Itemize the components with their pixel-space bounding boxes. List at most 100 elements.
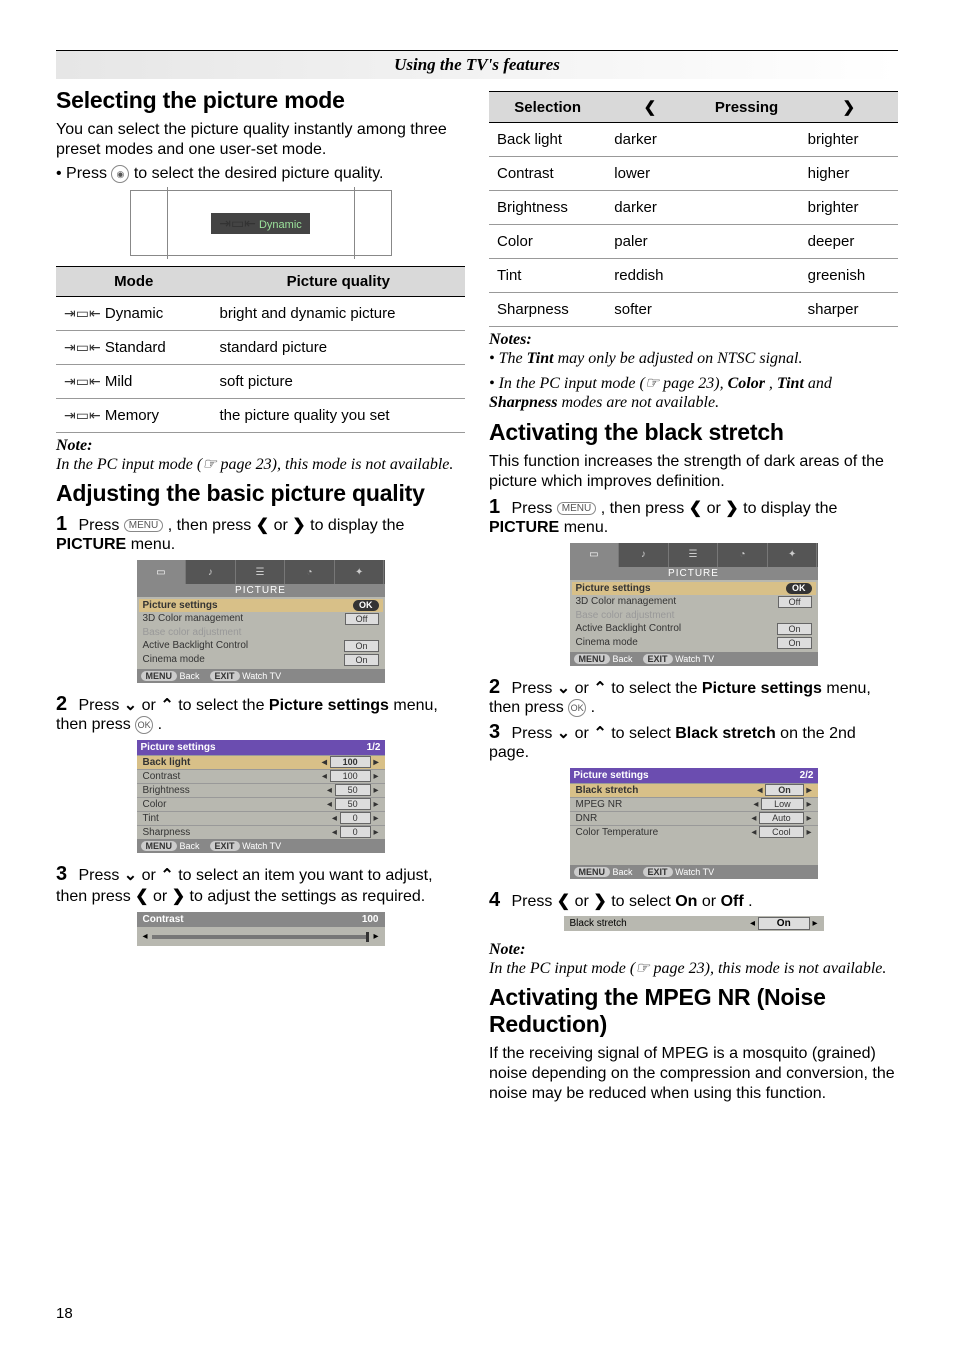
bstep-4: 4 Press ❮ or ❯ to select On or Off . [489, 889, 898, 912]
list-item: Brightness◂ 50 ▸ [137, 783, 385, 797]
heading-mpeg-nr: Activating the MPEG NR (Noise Reduction) [489, 984, 898, 1038]
ps-exit-btn: EXIT [210, 841, 240, 851]
t: Watch TV [242, 671, 281, 681]
bstep-3: 3 Press ⌄ or ⌃ to select Black stretch o… [489, 721, 898, 762]
right-arrow-icon: ❯ [725, 500, 738, 517]
menu-back-btn: MENU [141, 671, 178, 681]
t: . [591, 699, 595, 716]
list-item: Active Backlight ControlOn [572, 622, 816, 636]
pm2-exit-btn: EXIT [643, 654, 673, 664]
t: to display the [310, 517, 404, 534]
note-label: Note: [56, 437, 465, 455]
osd-dynamic-preview: ⇥▭⇤ Dynamic [130, 190, 392, 256]
picture-mode-icon: ⇥▭⇤ [64, 305, 101, 322]
t: PICTURE [56, 536, 126, 553]
list-item: Color Temperature◂ Cool ▸ [570, 825, 818, 839]
t: Picture settings [702, 680, 822, 697]
sel-head-selection: Selection [489, 92, 606, 123]
t: Press [511, 500, 556, 517]
heading-black-stretch: Activating the black stretch [489, 419, 898, 446]
slider-right-icon: ▸ [373, 931, 378, 942]
list-item: Black stretch◂ On ▸ [570, 783, 818, 797]
up-arrow-icon: ⌃ [593, 680, 606, 697]
menu-exit-btn: EXIT [210, 671, 240, 681]
notes-2: • In the PC input mode (☞ page 23), Colo… [489, 374, 898, 412]
t: Back [613, 867, 633, 877]
black-settings-osd: Picture settings 2/2 Black stretch◂ On ▸… [570, 768, 818, 879]
t: Tint [777, 375, 804, 392]
t: • The [489, 350, 527, 367]
t: , [769, 375, 777, 392]
list-item: Active Backlight ControlOn [139, 639, 383, 653]
t: PICTURE [489, 519, 559, 536]
bstepnum-2: 2 [489, 676, 507, 699]
list-item: Contrast◂ 100 ▸ [137, 769, 385, 783]
t: Back [180, 841, 200, 851]
t: may only be adjusted on NTSC signal. [558, 350, 803, 367]
list-item: DNR◂ Auto ▸ [570, 811, 818, 825]
down-arrow-icon: ⌄ [124, 697, 137, 714]
ib-label: Black stretch [570, 918, 627, 929]
slider-thumb [366, 932, 369, 942]
step-2: 2 Press ⌄ or ⌃ to select the Picture set… [56, 693, 465, 734]
bstepnum-1: 1 [489, 496, 507, 519]
para-select-press: • Press ◉ to select the desired picture … [56, 164, 465, 184]
txt: • Press [56, 165, 111, 182]
sel-head-right: ❯ [800, 92, 898, 123]
t: Press [78, 697, 123, 714]
t: Sharpness [489, 394, 557, 411]
list-item: Back light◂ 100 ▸ [137, 755, 385, 769]
table-row: Brightnessdarkerbrighter [489, 191, 898, 225]
t: to select the [178, 697, 269, 714]
picture-settings-osd: Picture settings 1/2 Back light◂ 100 ▸Co… [137, 740, 385, 853]
section-header: Using the TV's features [56, 50, 898, 79]
tab-picture-icon: ▭ [137, 560, 187, 584]
t: Back [180, 671, 200, 681]
ps-page: 1/2 [367, 742, 381, 753]
t: to select the [611, 680, 702, 697]
picture-mode-button-icon: ◉ [111, 165, 129, 183]
osd-dynamic-label: ⇥▭⇤ Dynamic [211, 213, 310, 234]
t: Press [511, 725, 556, 742]
list-item: Sharpness◂ 0 ▸ [137, 825, 385, 839]
table-row: ⇥▭⇤ Memorythe picture quality you set [56, 399, 465, 433]
t: or [274, 517, 293, 534]
table-row: Tintreddishgreenish [489, 259, 898, 293]
t: Off [721, 893, 744, 910]
down-arrow-icon: ⌄ [557, 725, 570, 742]
left-column: Selecting the picture mode You can selec… [56, 85, 465, 1108]
bs-exit-btn: EXIT [643, 867, 673, 877]
left-arrow-icon: ❮ [256, 517, 269, 534]
t: Watch TV [675, 654, 714, 664]
t: • In the PC input mode (☞ page 23), [489, 375, 728, 392]
t: Color [728, 375, 765, 392]
table-row: Contrastlowerhigher [489, 157, 898, 191]
t: or [575, 725, 594, 742]
t: Watch TV [675, 867, 714, 877]
ib-val: On [758, 917, 810, 930]
table-row: ⇥▭⇤ Standardstandard picture [56, 331, 465, 365]
t: menu. [131, 536, 175, 553]
ps-menu-btn: MENU [141, 841, 178, 851]
list-item: Base color adjustment [572, 609, 816, 622]
table-row: ⇥▭⇤ Mildsoft picture [56, 365, 465, 399]
t: or [142, 867, 161, 884]
notes-1: • The Tint may only be adjusted on NTSC … [489, 349, 898, 368]
t: . [748, 893, 752, 910]
tab-lock-icon: ✦ [335, 560, 385, 584]
table-row: Colorpalerdeeper [489, 225, 898, 259]
t: Press [511, 680, 556, 697]
t: Press [78, 867, 123, 884]
t: Watch TV [242, 841, 281, 851]
t: to adjust the settings as required. [190, 888, 426, 905]
page: Using the TV's features Selecting the pi… [0, 0, 954, 1350]
tab-function-icon: ◔ [718, 543, 768, 567]
left-arrow-icon: ❮ [557, 893, 570, 910]
t: Press [511, 893, 556, 910]
picture-mode-icon: ⇥▭⇤ [219, 215, 256, 232]
t: or [575, 893, 594, 910]
bnote-text: In the PC input mode (☞ page 23), this m… [489, 959, 898, 978]
picture-mode-icon: ⇥▭⇤ [64, 373, 101, 390]
list-item: Tint◂ 0 ▸ [137, 811, 385, 825]
tab-audio-icon: ♪ [186, 560, 236, 584]
